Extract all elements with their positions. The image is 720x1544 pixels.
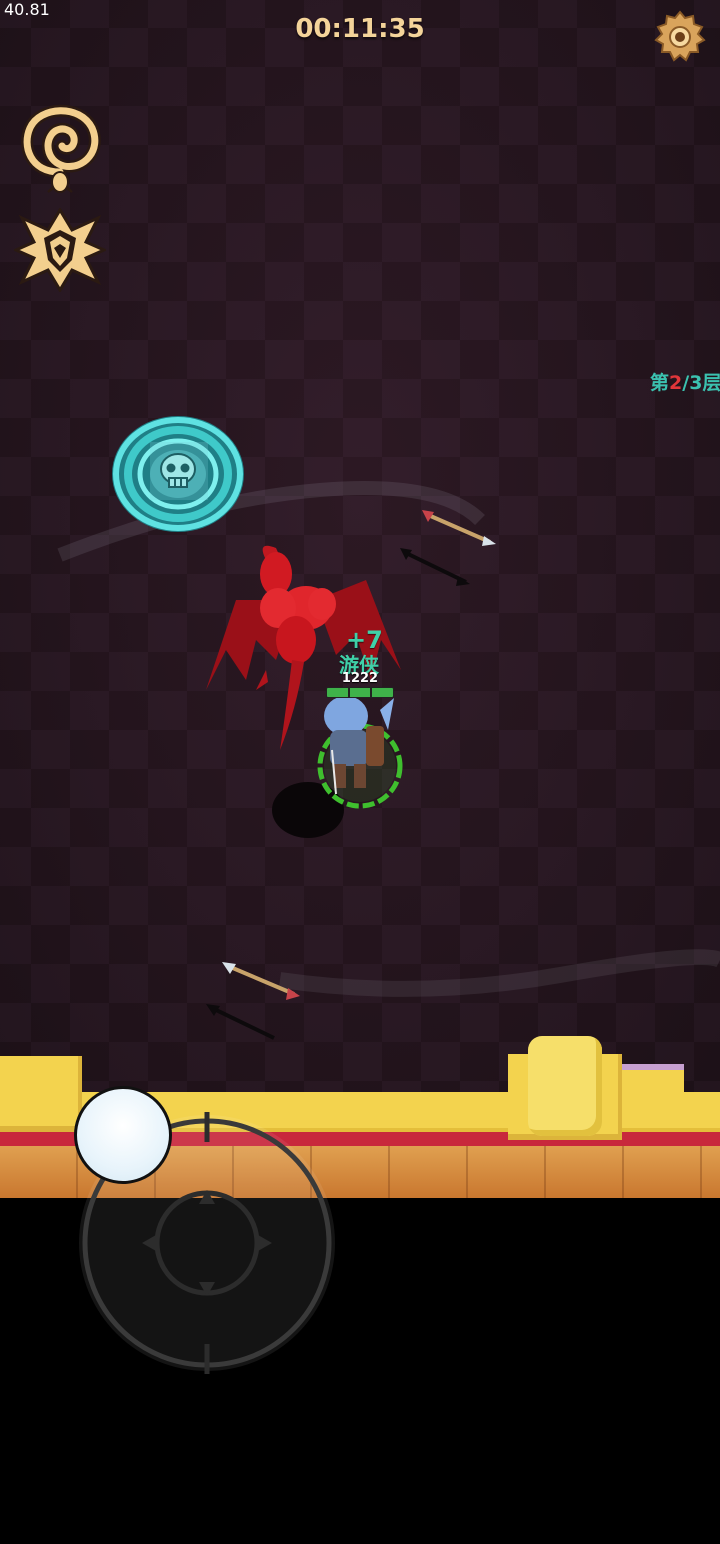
- skull-portal: [112, 416, 244, 532]
- wall-ledge: [622, 1064, 684, 1094]
- spiral-skill-icon[interactable]: [18, 100, 102, 196]
- floor-level-suffix: 层: [702, 372, 720, 394]
- floor-level-current: 2: [669, 372, 683, 394]
- yellow-crate: [528, 1036, 602, 1136]
- flying-arrow: [222, 962, 300, 1000]
- hero-hp-value: 1222: [341, 671, 379, 686]
- ranger-hero: [272, 696, 403, 838]
- joystick-knob[interactable]: [74, 1086, 172, 1184]
- game-timer: 00:11:35: [295, 14, 425, 44]
- wall-pillar: [0, 1056, 82, 1132]
- floor-level-indicator: 第2/3层: [650, 368, 720, 395]
- gear-icon[interactable]: [650, 8, 710, 68]
- health-segment-divider: [348, 688, 350, 697]
- fps-counter: 40.81: [4, 0, 50, 19]
- hero-health-bar: [326, 687, 394, 698]
- game-scene[interactable]: +7 游侠 1222 40.81 00:11:35 第2/3层: [0, 0, 720, 1544]
- health-segment-divider: [370, 688, 372, 697]
- arrow-shadow: [206, 1004, 275, 1040]
- hero-health-fill: [327, 688, 393, 697]
- floor-level-total: 3: [689, 372, 703, 394]
- floor-level-prefix: 第: [650, 372, 670, 394]
- wolf-emblem-skill-icon[interactable]: [14, 208, 106, 292]
